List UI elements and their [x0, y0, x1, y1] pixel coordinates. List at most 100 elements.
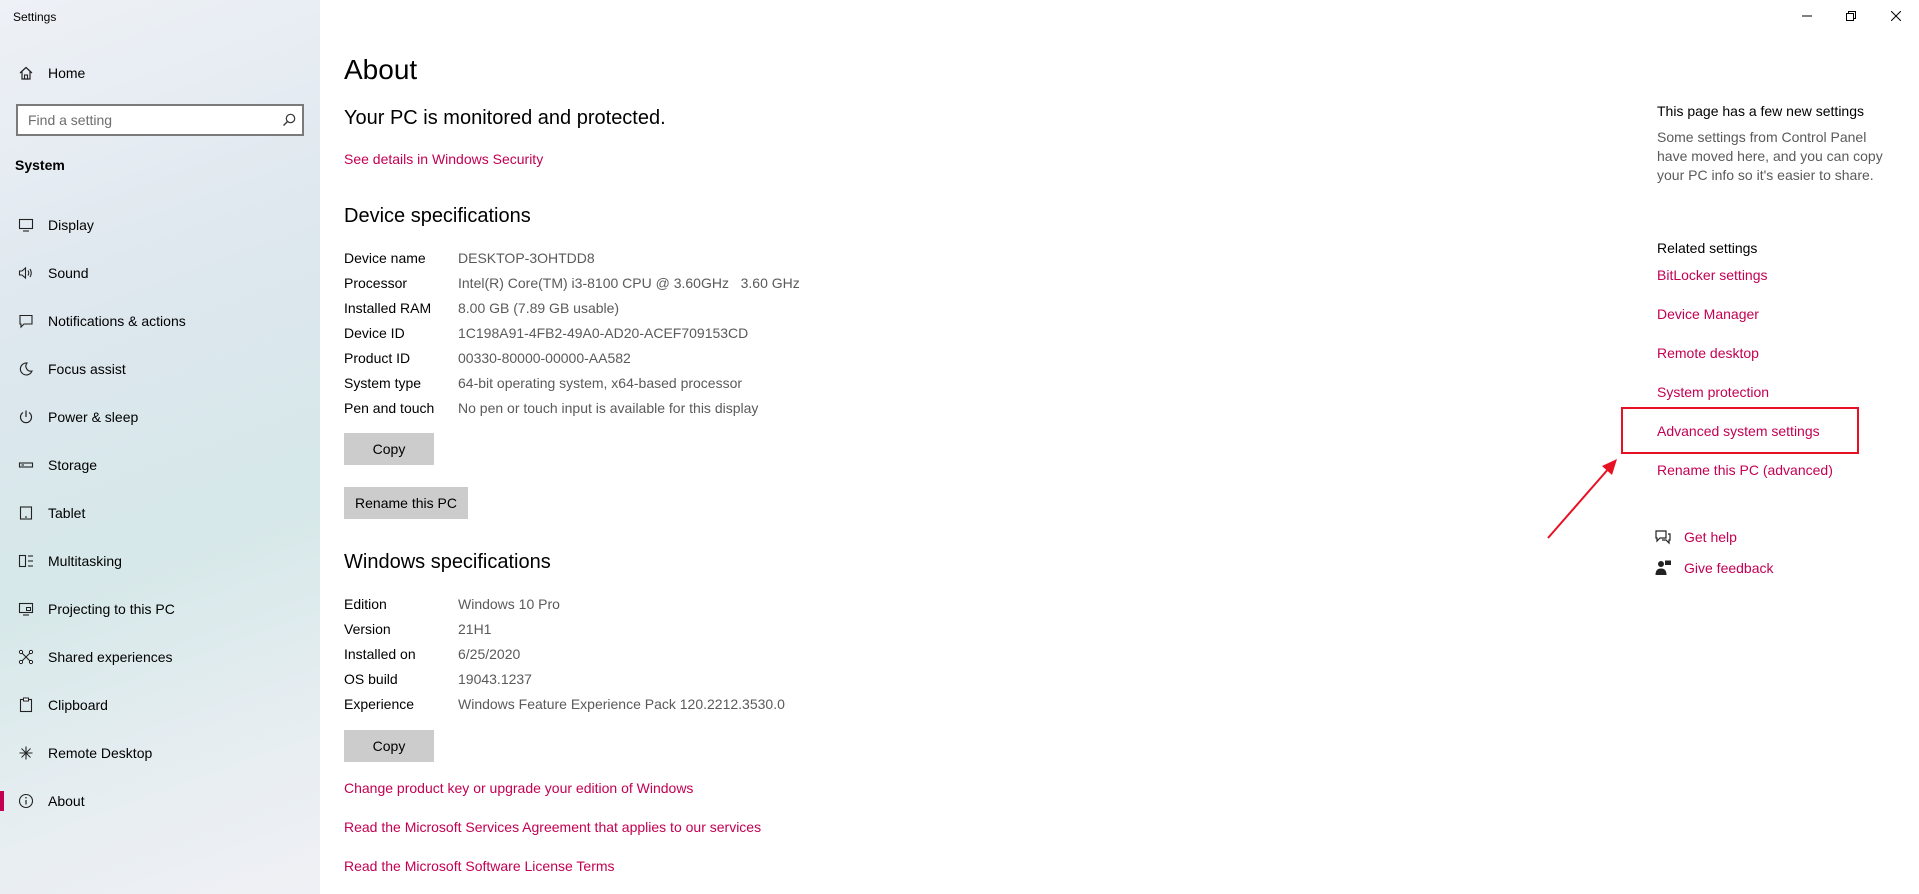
bitlocker-settings-link[interactable]: BitLocker settings	[1657, 267, 1768, 283]
spec-key: Edition	[344, 596, 387, 612]
spec-value: DESKTOP-3OHTDD8	[458, 250, 595, 266]
nav-home[interactable]: Home	[0, 53, 320, 93]
give-feedback-link[interactable]: Give feedback	[1684, 560, 1774, 576]
sidebar-item-about[interactable]: About	[0, 781, 320, 821]
sidebar-item-multitasking[interactable]: Multitasking	[0, 541, 320, 581]
search-box	[16, 104, 304, 136]
spec-key: Device name	[344, 250, 426, 266]
spec-key: Processor	[344, 275, 408, 291]
shared-experiences-icon	[14, 649, 38, 665]
spec-key: System type	[344, 375, 422, 391]
sidebar-item-label: Power & sleep	[48, 409, 139, 425]
power-icon	[14, 409, 38, 425]
sidebar-item-focus-assist[interactable]: Focus assist	[0, 349, 320, 389]
annotation-arrow-icon	[1547, 459, 1617, 539]
spec-row-installed-ram: Installed RAM 8.00 GB (7.89 GB usable)	[344, 300, 619, 320]
restore-button[interactable]	[1828, 0, 1874, 32]
windows-specs-heading: Windows specifications	[344, 551, 551, 573]
app-title: Settings	[13, 10, 57, 24]
sidebar-item-projecting[interactable]: Projecting to this PC	[0, 589, 320, 629]
sidebar-item-shared-experiences[interactable]: Shared experiences	[0, 637, 320, 677]
restore-icon	[1846, 8, 1856, 24]
copy-windows-specs-button[interactable]: Copy	[344, 730, 434, 762]
spec-row-experience: Experience Windows Feature Experience Pa…	[344, 696, 785, 716]
main-content: About Your PC is monitored and protected…	[320, 0, 1600, 894]
rename-pc-advanced-link[interactable]: Rename this PC (advanced)	[1657, 462, 1833, 478]
protection-status: Your PC is monitored and protected.	[344, 107, 666, 129]
sidebar-item-label: Clipboard	[48, 697, 108, 713]
sidebar-item-tablet[interactable]: Tablet	[0, 493, 320, 533]
rename-pc-button[interactable]: Rename this PC	[344, 487, 468, 519]
sidebar-item-label: Notifications & actions	[48, 313, 186, 329]
spec-row-edition: Edition Windows 10 Pro	[344, 596, 560, 616]
sidebar-item-label: About	[48, 793, 85, 809]
active-indicator	[0, 791, 4, 811]
annotation-highlight-box	[1621, 407, 1859, 454]
spec-row-system-type: System type 64-bit operating system, x64…	[344, 375, 742, 395]
spec-value: Windows Feature Experience Pack 120.2212…	[458, 696, 785, 712]
spec-value: 00330-80000-00000-AA582	[458, 350, 631, 366]
sidebar-item-label: Sound	[48, 265, 89, 281]
change-product-key-link[interactable]: Change product key or upgrade your editi…	[344, 780, 693, 796]
clipboard-icon	[14, 697, 38, 713]
spec-value: 1C198A91-4FB2-49A0-AD20-ACEF709153CD	[458, 325, 749, 341]
sidebar: Settings Home System Display Sound Notif…	[0, 0, 320, 894]
get-help-item[interactable]: Get help	[1653, 527, 1737, 547]
spec-value: 6/25/2020	[458, 646, 521, 662]
spec-row-pen-touch: Pen and touch No pen or touch input is a…	[344, 400, 758, 420]
sound-icon	[14, 265, 38, 281]
sidebar-item-label: Tablet	[48, 505, 86, 521]
spec-row-version: Version 21H1	[344, 621, 491, 641]
spec-row-device-id: Device ID 1C198A91-4FB2-49A0-AD20-ACEF70…	[344, 325, 748, 345]
sidebar-item-storage[interactable]: Storage	[0, 445, 320, 485]
sidebar-item-label: Display	[48, 217, 94, 233]
spec-key: Product ID	[344, 350, 411, 366]
services-agreement-link[interactable]: Read the Microsoft Services Agreement th…	[344, 819, 761, 835]
spec-key: Installed RAM	[344, 300, 432, 316]
minimize-button[interactable]	[1784, 0, 1830, 32]
search-input[interactable]	[18, 106, 276, 134]
home-icon	[14, 65, 38, 81]
spec-value: Intel(R) Core(TM) i3-8100 CPU @ 3.60GHz …	[458, 275, 800, 291]
display-icon	[14, 217, 38, 233]
spec-row-processor: Processor Intel(R) Core(TM) i3-8100 CPU …	[344, 275, 800, 295]
search-icon[interactable]	[276, 113, 302, 127]
sidebar-item-label: Shared experiences	[48, 649, 173, 665]
spec-row-product-id: Product ID 00330-80000-00000-AA582	[344, 350, 631, 370]
spec-key: OS build	[344, 671, 398, 687]
sidebar-item-sound[interactable]: Sound	[0, 253, 320, 293]
related-settings-title: Related settings	[1657, 240, 1758, 256]
sidebar-item-display[interactable]: Display	[0, 205, 320, 245]
give-feedback-item[interactable]: Give feedback	[1653, 558, 1774, 578]
focus-assist-icon	[14, 361, 38, 377]
storage-icon	[14, 457, 38, 473]
new-settings-title: This page has a few new settings	[1657, 103, 1865, 119]
spec-key: Experience	[344, 696, 415, 712]
spec-value: No pen or touch input is available for t…	[458, 400, 759, 416]
multitasking-icon	[14, 553, 38, 569]
close-button[interactable]	[1873, 0, 1919, 32]
spec-value: 19043.1237	[458, 671, 532, 687]
copy-device-specs-button[interactable]: Copy	[344, 433, 434, 465]
section-title-system: System	[15, 157, 65, 173]
spec-key: Pen and touch	[344, 400, 435, 416]
sidebar-item-remote-desktop[interactable]: Remote Desktop	[0, 733, 320, 773]
device-manager-link[interactable]: Device Manager	[1657, 306, 1759, 322]
spec-value: Windows 10 Pro	[458, 596, 560, 612]
notifications-icon	[14, 313, 38, 329]
spec-key: Device ID	[344, 325, 405, 341]
sidebar-item-notifications[interactable]: Notifications & actions	[0, 301, 320, 341]
spec-key: Version	[344, 621, 391, 637]
get-help-link[interactable]: Get help	[1684, 529, 1737, 545]
spec-row-os-build: OS build 19043.1237	[344, 671, 532, 691]
remote-desktop-link[interactable]: Remote desktop	[1657, 345, 1759, 361]
spec-row-device-name: Device name DESKTOP-3OHTDD8	[344, 250, 595, 270]
nav-home-label: Home	[48, 65, 86, 81]
sidebar-item-power-sleep[interactable]: Power & sleep	[0, 397, 320, 437]
windows-security-link[interactable]: See details in Windows Security	[344, 151, 543, 167]
system-protection-link[interactable]: System protection	[1657, 384, 1769, 400]
spec-key: Installed on	[344, 646, 416, 662]
sidebar-item-clipboard[interactable]: Clipboard	[0, 685, 320, 725]
license-terms-link[interactable]: Read the Microsoft Software License Term…	[344, 858, 615, 874]
device-specs-heading: Device specifications	[344, 205, 531, 227]
